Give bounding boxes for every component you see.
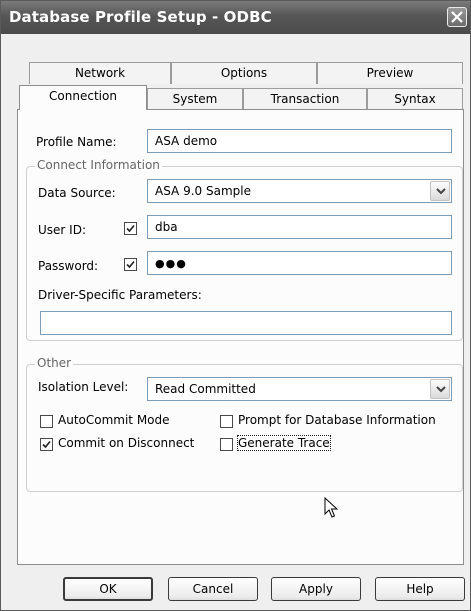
password-label: Password:: [38, 259, 99, 273]
tab-label: Preview: [366, 66, 414, 80]
autocommit-label: AutoCommit Mode: [58, 413, 170, 427]
title-bar[interactable]: Database Profile Setup - ODBC: [1, 1, 470, 34]
checkmark-icon: [42, 440, 51, 449]
checkmark-icon: [126, 224, 135, 233]
password-input[interactable]: ●●●: [147, 251, 452, 275]
data-source-value: ASA 9.0 Sample: [155, 184, 251, 198]
dropdown-button[interactable]: [430, 379, 450, 399]
dialog-window: Database Profile Setup - ODBC Network Op…: [0, 0, 471, 611]
tab-label: Syntax: [394, 92, 436, 106]
checkmark-icon: [126, 260, 135, 269]
user-id-input[interactable]: dba: [147, 215, 452, 239]
generate-trace-checkbox[interactable]: [220, 438, 233, 451]
isolation-level-label: Isolation Level:: [38, 380, 129, 394]
tab-preview[interactable]: Preview: [317, 62, 463, 84]
chevron-down-icon: [436, 188, 446, 195]
tab-transaction[interactable]: Transaction: [243, 88, 367, 110]
password-checkbox[interactable]: [124, 258, 137, 271]
ok-label: OK: [99, 582, 117, 596]
close-icon: [451, 11, 463, 23]
chevron-down-icon: [436, 386, 446, 393]
tab-connection[interactable]: Connection: [19, 85, 147, 110]
prompt-db-info-label: Prompt for Database Information: [238, 413, 436, 427]
ok-button[interactable]: OK: [63, 577, 153, 601]
tab-system[interactable]: System: [147, 88, 243, 110]
tab-label: Network: [74, 66, 126, 80]
cancel-button[interactable]: Cancel: [168, 577, 258, 601]
profile-name-label: Profile Name:: [36, 135, 117, 149]
autocommit-checkbox[interactable]: [40, 415, 53, 428]
cancel-label: Cancel: [192, 582, 234, 596]
help-label: Help: [406, 582, 434, 596]
apply-label: Apply: [299, 582, 333, 596]
prompt-db-info-checkbox[interactable]: [220, 415, 233, 428]
user-id-checkbox[interactable]: [124, 222, 137, 235]
tab-label: Connection: [49, 89, 117, 103]
tab-panel-connection: Profile Name: ASA demo Connect Informati…: [17, 109, 464, 565]
user-id-label: User ID:: [38, 223, 86, 237]
connect-information-title: Connect Information: [35, 158, 162, 172]
isolation-level-select[interactable]: Read Committed: [147, 377, 452, 401]
apply-button[interactable]: Apply: [271, 577, 361, 601]
tab-label: System: [172, 92, 218, 106]
dropdown-button[interactable]: [430, 181, 450, 201]
driver-params-input[interactable]: [40, 311, 452, 335]
other-group-title: Other: [35, 356, 74, 370]
close-button[interactable]: [447, 7, 467, 27]
tab-options[interactable]: Options: [171, 62, 317, 84]
tab-syntax[interactable]: Syntax: [367, 88, 463, 110]
tab-label: Transaction: [270, 92, 340, 106]
tab-network[interactable]: Network: [29, 62, 171, 84]
window-title: Database Profile Setup - ODBC: [9, 8, 272, 26]
tab-label: Options: [220, 66, 268, 80]
generate-trace-label: Generate Trace: [237, 435, 331, 451]
isolation-level-value: Read Committed: [155, 382, 256, 396]
mouse-pointer-icon: [324, 497, 338, 518]
data-source-label: Data Source:: [38, 186, 116, 200]
commit-on-disconnect-label: Commit on Disconnect: [58, 436, 195, 450]
commit-on-disconnect-checkbox[interactable]: [40, 438, 53, 451]
profile-name-input[interactable]: ASA demo: [147, 129, 452, 153]
help-button[interactable]: Help: [375, 577, 465, 601]
driver-params-label: Driver-Specific Parameters:: [38, 288, 202, 302]
data-source-select[interactable]: ASA 9.0 Sample: [147, 179, 452, 203]
